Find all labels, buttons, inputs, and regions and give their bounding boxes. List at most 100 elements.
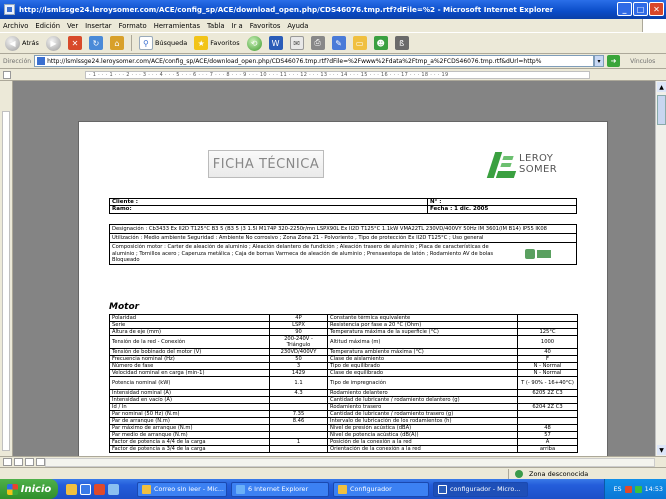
spec-row: Velocidad nominal en carga (min-1) 1429 Cl…: [109, 369, 578, 377]
spec-label-right: Orientación de la conexión a la red: [327, 445, 518, 453]
spec-label-right: Tipo de impregnación: [327, 376, 518, 390]
desktop-icon[interactable]: [66, 483, 77, 495]
globe-icon: [515, 470, 523, 478]
messenger-button[interactable]: ☻: [372, 34, 390, 52]
menu-favoritos[interactable]: Favoritos: [250, 22, 281, 30]
clock: 14:53: [644, 485, 663, 493]
scroll-thumb[interactable]: [657, 95, 666, 125]
spec-label-left: Frecuencia nominal (Hz): [109, 355, 270, 363]
close-button[interactable]: ✕: [649, 2, 664, 16]
horizontal-ruler[interactable]: · 1 · · · 1 · · · 2 · · · 3 · · · 4 · · …: [85, 71, 590, 79]
menu-bar: Archivo Edición Ver Insertar Formato Her…: [0, 19, 666, 32]
numero-label: N° :: [430, 199, 442, 205]
taskbar-item-ie[interactable]: 6 Internet Explorer: [231, 481, 329, 497]
spec-value-right: 6204 2Z C3: [517, 403, 578, 411]
forward-button[interactable]: ▶: [44, 34, 63, 52]
media-icon[interactable]: [108, 483, 119, 495]
spec-value-left: 4.3: [269, 389, 328, 397]
history-button[interactable]: ⟲: [245, 34, 264, 52]
menu-formato[interactable]: Formato: [119, 22, 147, 30]
taskbar-item-configurador[interactable]: Configurador: [333, 481, 429, 497]
horizontal-scrollbar[interactable]: [45, 458, 655, 467]
mail-icon: ✉: [289, 36, 304, 50]
word-button[interactable]: W: [267, 34, 285, 52]
print-view-icon[interactable]: [25, 458, 34, 466]
document-page[interactable]: FICHA TÉCNICA LEROY SOMER Cliente : N° :…: [78, 121, 608, 456]
start-button[interactable]: Inicio: [0, 479, 58, 499]
home-button[interactable]: ⌂: [108, 34, 126, 52]
spec-value-left: 1429: [269, 369, 328, 377]
windows-logo-icon: [642, 19, 666, 32]
scroll-up-icon[interactable]: ▲: [657, 82, 666, 92]
stop-button[interactable]: ✕: [66, 34, 84, 52]
spec-label-right: Rodamiento trasero: [327, 403, 518, 411]
outline-view-icon[interactable]: [36, 458, 45, 466]
language-indicator[interactable]: ES: [613, 485, 621, 493]
web-view-icon[interactable]: [14, 458, 23, 466]
tray-icon-2[interactable]: [634, 485, 642, 493]
folder-button[interactable]: ▭: [351, 34, 369, 52]
spec-label-left: Factor de potencia a 4/4 de la carga: [109, 438, 270, 446]
spec-row: Número de fase 3 Tipo de equilibrado N - No…: [109, 362, 578, 370]
start-label: Inicio: [20, 483, 52, 495]
menu-herramientas[interactable]: Herramientas: [154, 22, 200, 30]
back-arrow-icon: ◀: [5, 35, 20, 51]
menu-ir-a[interactable]: Ir a: [232, 22, 243, 30]
stop-icon: ✕: [67, 36, 82, 50]
home-icon: ⌂: [109, 36, 124, 50]
spec-label-left: Par de arranque (N.m): [109, 417, 270, 425]
search-button[interactable]: ⚲ Búsqueda: [137, 34, 189, 52]
spec-label-right: Altitud máxima (m): [327, 335, 518, 349]
vertical-ruler[interactable]: [2, 111, 10, 451]
spec-row: Frecuencia nominal (Hz) 50 Clase de aislam…: [109, 355, 578, 363]
spec-label-left: Serie: [109, 321, 270, 329]
print-button[interactable]: ⎙: [309, 34, 327, 52]
address-dropdown-icon[interactable]: ▾: [594, 55, 605, 67]
spec-value-right: [517, 321, 578, 329]
links-label[interactable]: Vínculos: [630, 58, 655, 65]
menu-ver[interactable]: Ver: [67, 22, 78, 30]
status-bar: Zona desconocida: [0, 467, 666, 479]
spec-row: Par nominal (50 Hz) (N.m) 7.35 Cantidad de…: [109, 410, 578, 418]
refresh-button[interactable]: ↻: [87, 34, 105, 52]
outlook-icon[interactable]: [94, 483, 105, 495]
menu-archivo[interactable]: Archivo: [3, 22, 28, 30]
zone-label: Zona desconocida: [529, 470, 589, 478]
spec-label-left: Altura de eje (mm): [109, 328, 270, 336]
spec-value-left: 50: [269, 355, 328, 363]
spec-label-left: Polaridad: [109, 314, 270, 322]
research-button[interactable]: ß: [393, 34, 411, 52]
mail-button[interactable]: ✉: [288, 34, 306, 52]
menu-insertar[interactable]: Insertar: [85, 22, 111, 30]
edit-button[interactable]: ✎: [330, 34, 348, 52]
maximize-button[interactable]: □: [633, 2, 648, 16]
spec-label-left: Tensión de la red - Conexión: [109, 335, 270, 349]
scroll-down-icon[interactable]: ▼: [657, 445, 666, 455]
ie-quicklaunch-icon[interactable]: [80, 483, 91, 495]
research-icon: ß: [394, 36, 409, 50]
taskbar-item-configurador-word[interactable]: configurador - Micro...: [433, 481, 528, 497]
taskbar-item-correo[interactable]: Correo sin leer - Mic...: [137, 481, 227, 497]
menu-ayuda[interactable]: Ayuda: [287, 22, 308, 30]
document-area[interactable]: FICHA TÉCNICA LEROY SOMER Cliente : N° :…: [13, 81, 655, 456]
menu-edicion[interactable]: Edición: [35, 22, 60, 30]
tray-icon-1[interactable]: [624, 485, 632, 493]
spec-label-right: Cantidad de lubricante / rodamiento tras…: [327, 410, 518, 418]
back-button[interactable]: ◀ Atrás: [3, 34, 41, 52]
normal-view-icon[interactable]: [3, 458, 12, 466]
go-button[interactable]: ➜: [607, 55, 621, 67]
favorites-button[interactable]: ★ Favoritos: [192, 34, 241, 52]
spec-value-right: N - Normal: [517, 362, 578, 370]
motor-spec-table: Polaridad 4P Constante térmica equivalente…: [109, 314, 578, 453]
spec-label-right: Tipo de equilibrado: [327, 362, 518, 370]
spec-row: Par máximo de arranque (N.m) Nivel de pre…: [109, 424, 578, 432]
motor-icon: [502, 244, 574, 263]
address-input[interactable]: http://lsmlssge24.leroysomer.com/ACE/con…: [34, 55, 595, 67]
utilizacion-text: Utilización : Medio ambiente Seguridad :…: [110, 234, 576, 244]
minimize-button[interactable]: _: [617, 2, 632, 16]
tab-selector-icon[interactable]: [3, 71, 11, 79]
spec-value-right: F: [517, 355, 578, 363]
window-titlebar[interactable]: http://lsmlssge24.leroysomer.com/ACE/con…: [0, 0, 666, 19]
vertical-scrollbar[interactable]: ▲ ▼: [655, 81, 666, 456]
menu-tabla[interactable]: Tabla: [207, 22, 225, 30]
